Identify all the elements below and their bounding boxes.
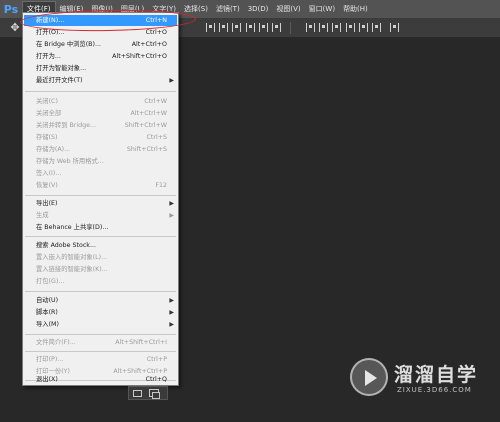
submenu-arrow-icon: ▶ [169, 77, 174, 84]
menu-item-close: 关闭(C) Ctrl+W [36, 98, 167, 105]
file-menu-dropdown: 新建(N)... Ctrl+N 打开(O)... Ctrl+O 在 Bridge… [22, 12, 179, 386]
menu-item-open-as[interactable]: 打开为... Alt+Shift+Ctrl+O [24, 51, 177, 62]
menu-item-automate[interactable]: 自动(U) ▶ [24, 295, 177, 306]
menu-item-share-on-behance[interactable]: 在 Behance 上共享(D)... [24, 222, 177, 233]
distribute-hcenter-icon[interactable] [359, 23, 368, 32]
menu-item-package: 打包(G)... [36, 278, 65, 285]
watermark: 溜溜自学 ZIXUE.3D66.COM [350, 356, 500, 406]
align-bottom-icon[interactable] [232, 23, 241, 32]
menu-3d[interactable]: 3D(D) [244, 0, 273, 18]
menu-item-check-in: 签入(I)... [36, 170, 62, 177]
align-vcenter-icon[interactable] [219, 23, 228, 32]
photoshop-logo: Ps [3, 2, 19, 16]
menu-item-print: 打印(P)... Ctrl+P [36, 356, 167, 363]
distribute-top-icon[interactable] [306, 23, 315, 32]
distribute-bottom-icon[interactable] [332, 23, 341, 32]
menu-item-scripts[interactable]: 脚本(R) ▶ [24, 307, 177, 318]
menu-item-search-adobe-stock[interactable]: 搜索 Adobe Stock... [24, 240, 177, 251]
menu-separator [25, 291, 176, 292]
submenu-arrow-icon: ▶ [169, 200, 174, 207]
divider [290, 22, 291, 34]
submenu-arrow-icon: ▶ [169, 321, 174, 328]
menu-item-export[interactable]: 导出(E) ▶ [24, 198, 177, 209]
menu-item-open[interactable]: 打开(O)... Ctrl+O [24, 27, 177, 38]
menu-item-new[interactable]: 新建(N)... Ctrl+N [24, 15, 177, 26]
menu-separator [25, 351, 176, 352]
menu-select[interactable]: 选择(S) [180, 0, 212, 18]
menu-item-browse-in-bridge[interactable]: 在 Bridge 中浏览(B)... Alt+Ctrl+O [24, 39, 177, 50]
distribute-right-icon[interactable] [372, 23, 381, 32]
menu-item-open-recent[interactable]: 最近打开文件(T) ▶ [24, 75, 177, 86]
watermark-url: ZIXUE.3D66.COM [397, 386, 472, 394]
artboard-icon[interactable] [133, 390, 142, 397]
menu-item-save-for-web: 存储为 Web 所用格式... [36, 158, 104, 165]
menu-filter[interactable]: 滤镜(T) [212, 0, 244, 18]
menu-item-file-info: 文件简介(F)... Alt+Shift+Ctrl+I [36, 339, 167, 346]
duplicate-icon[interactable] [149, 389, 160, 399]
menu-separator [25, 236, 176, 237]
distribute-vcenter-icon[interactable] [319, 23, 328, 32]
align-top-icon[interactable] [206, 23, 215, 32]
menu-item-close-and-go-to-bridge: 关闭并转到 Bridge... Shift+Ctrl+W [36, 122, 167, 129]
menu-item-import[interactable]: 导入(M) ▶ [24, 319, 177, 330]
watermark-title: 溜溜自学 [394, 364, 479, 386]
menu-item-close-all: 关闭全部 Alt+Ctrl+W [36, 110, 167, 117]
menu-item-place-embedded: 置入嵌入的智能对象(L)... [36, 254, 108, 261]
move-icon[interactable]: ✥ [8, 21, 22, 35]
submenu-arrow-icon: ▶ [169, 297, 174, 304]
menu-separator [25, 334, 176, 335]
play-logo-icon [350, 358, 388, 396]
menu-separator [25, 195, 176, 196]
menu-item-save-as: 存储为(A)... Shift+Ctrl+S [36, 146, 167, 153]
auto-align-icon[interactable] [390, 23, 399, 32]
align-left-icon[interactable] [246, 23, 255, 32]
menu-item-open-as-smart-object[interactable]: 打开为智能对象... [24, 63, 177, 74]
menu-item-exit[interactable]: 退出(X) Ctrl+Q [24, 374, 177, 385]
submenu-arrow-icon: ▶ [169, 212, 174, 219]
submenu-arrow-icon: ▶ [169, 309, 174, 316]
menu-separator [25, 91, 176, 92]
menu-window[interactable]: 窗口(W) [305, 0, 339, 18]
menu-item-save: 存储(S) Ctrl+S [36, 134, 167, 141]
menu-help[interactable]: 帮助(H) [339, 0, 372, 18]
align-right-icon[interactable] [272, 23, 281, 32]
menu-item-generate: 生成 ▶ [36, 212, 174, 219]
align-hcenter-icon[interactable] [259, 23, 268, 32]
menu-item-revert: 恢复(V) F12 [36, 182, 167, 189]
menu-item-place-linked: 置入链接的智能对象(K)... [36, 266, 108, 273]
distribute-left-icon[interactable] [346, 23, 355, 32]
menu-view[interactable]: 视图(V) [272, 0, 304, 18]
mini-panel [128, 386, 168, 400]
